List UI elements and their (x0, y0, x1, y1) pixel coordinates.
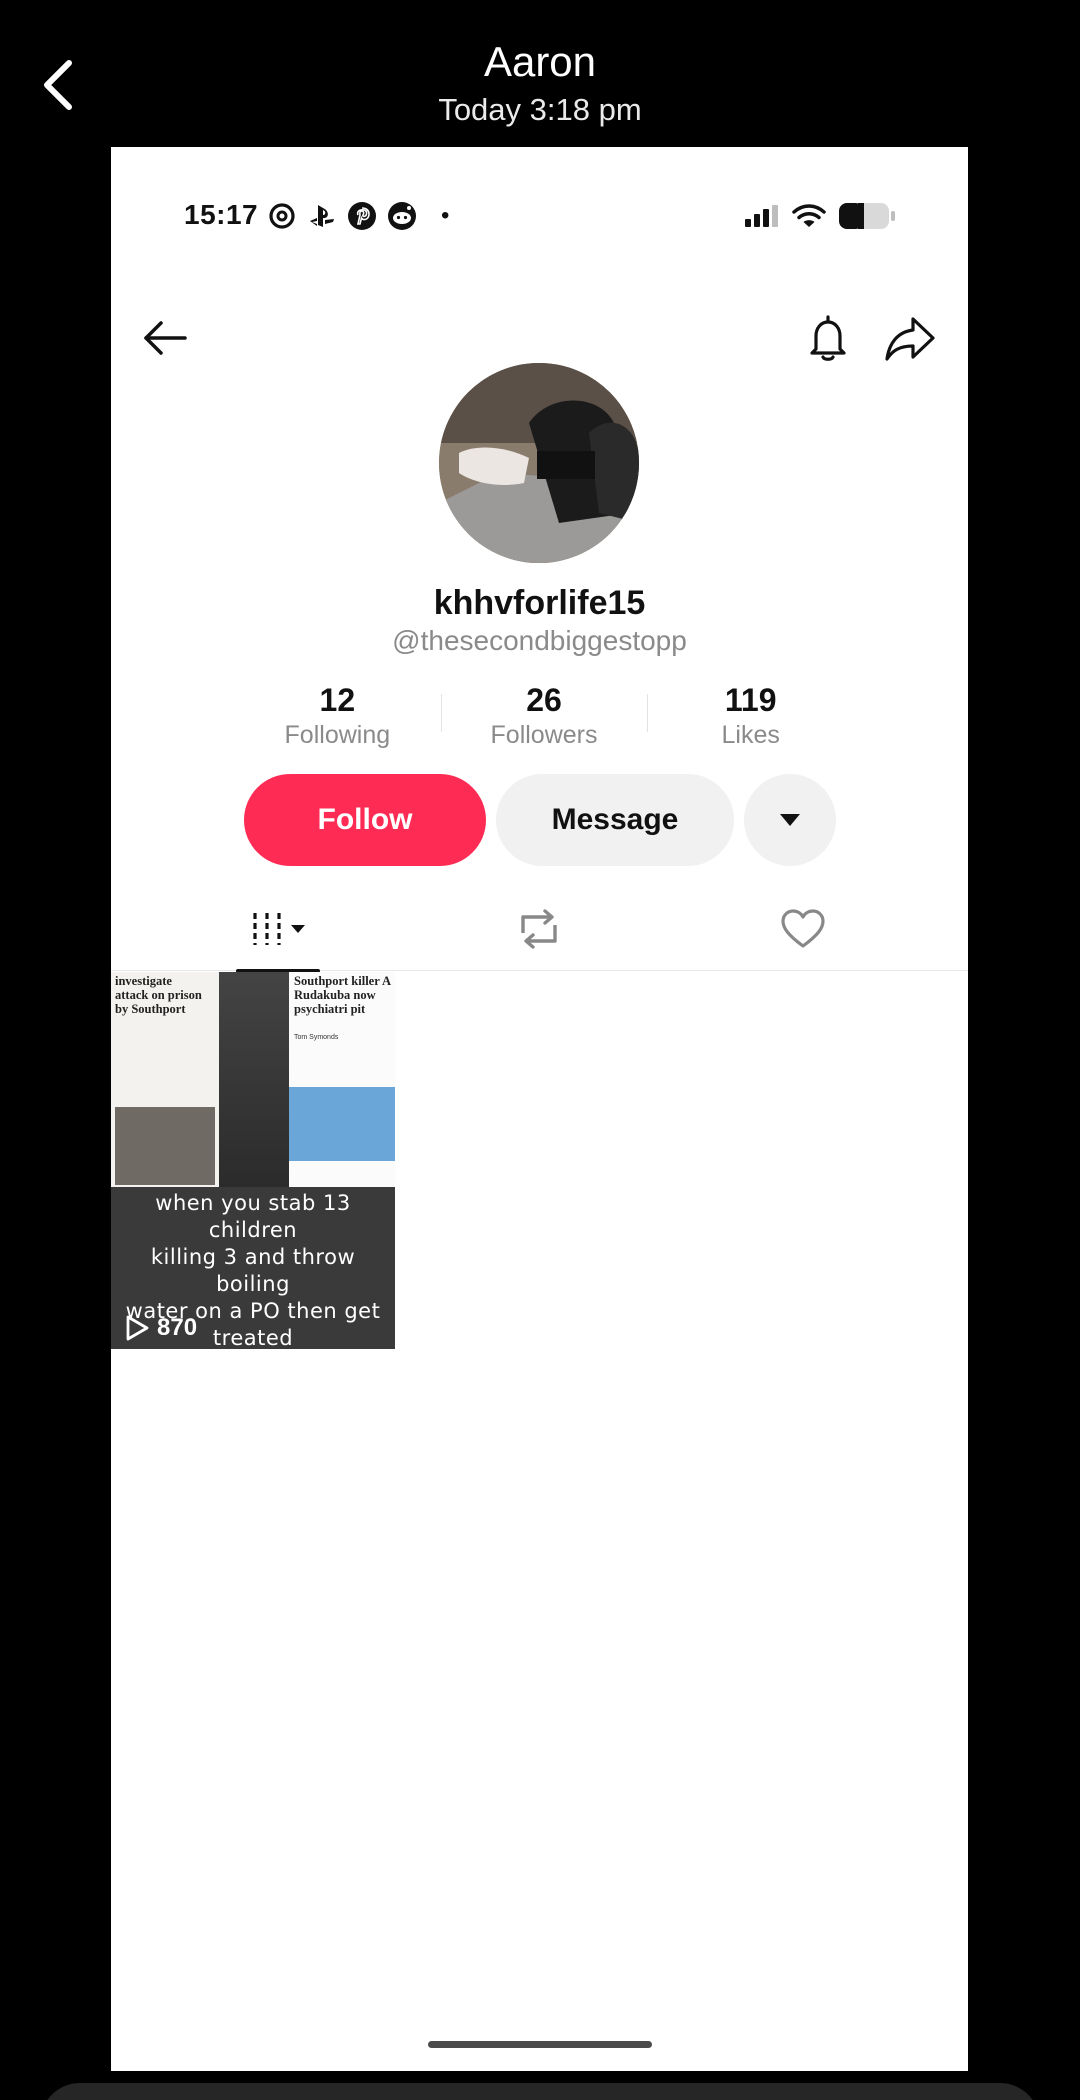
viewer-bottom-bar (40, 2083, 1040, 2100)
profile-display-name: khhvforlife15 (433, 584, 646, 622)
play-icon (126, 1315, 149, 1341)
profile-stats: 12 Following 26 Followers 119 Likes (234, 682, 854, 749)
news-clipping-left: investigate attack on prison by Southpor… (111, 972, 219, 1187)
home-indicator (428, 2041, 652, 2048)
message-button[interactable]: Message (496, 774, 734, 866)
video-face-image (219, 972, 289, 1187)
back-button[interactable] (139, 312, 191, 364)
stat-likes[interactable]: 119 Likes (647, 682, 854, 749)
stat-label: Followers (490, 721, 598, 749)
heart-outline-icon (781, 909, 825, 948)
threads-icon (267, 201, 297, 231)
status-bar: 15:17 • (111, 147, 968, 287)
viewer-timestamp: Today 3:18 pm (438, 92, 642, 127)
stat-followers[interactable]: 26 Followers (440, 682, 648, 749)
bell-icon (810, 315, 846, 361)
video-thumbnail[interactable]: investigate attack on prison by Southpor… (111, 972, 395, 1349)
tab-liked[interactable] (758, 887, 848, 971)
stat-value: 119 (724, 682, 777, 718)
viewer-header: Aaron Today 3:18 pm (0, 0, 1080, 146)
pinterest-icon (347, 201, 377, 231)
profile-screenshot: 15:17 • khhvforlife15 @thesecondbiggesto… (111, 147, 968, 2071)
news-author: Tom Symonds (294, 1034, 339, 1041)
status-dot: • (441, 202, 450, 229)
notifications-button[interactable] (802, 312, 854, 364)
cellular-signal-icon (745, 205, 778, 227)
news-headline-left: investigate attack on prison by Southpor… (115, 974, 202, 1016)
stat-following[interactable]: 12 Following (234, 682, 441, 749)
avatar-photo (439, 363, 639, 563)
more-options-button[interactable] (744, 774, 836, 866)
stat-label: Likes (721, 721, 780, 749)
view-count-text: 870 (157, 1314, 198, 1341)
news-photo-left (115, 1107, 215, 1185)
stat-value: 12 (319, 682, 356, 718)
follow-button[interactable]: Follow (244, 774, 486, 866)
reddit-icon (387, 201, 417, 231)
stat-label: Following (284, 721, 391, 749)
profile-handle: @thesecondbiggestopp (392, 625, 687, 656)
news-photo-right (289, 1087, 395, 1161)
news-clipping-right: Southport killer A Rudakuba now psychiat… (289, 972, 395, 1187)
share-arrow-icon (885, 317, 935, 361)
viewer-title: Aaron (483, 38, 597, 85)
playstation-icon (307, 201, 337, 231)
status-time: 15:17 (184, 199, 259, 230)
arrow-left-icon (144, 321, 187, 355)
tab-reposts[interactable] (494, 887, 584, 971)
avatar[interactable] (439, 363, 639, 563)
status-indicators (744, 202, 896, 230)
status-app-icons: • (267, 201, 449, 231)
video-view-count: 870 (125, 1314, 197, 1342)
stat-value: 26 (526, 682, 562, 718)
share-button[interactable] (882, 312, 938, 364)
news-headline-right: Southport killer A Rudakuba now psychiat… (294, 974, 392, 1016)
tab-videos[interactable] (236, 887, 326, 973)
videos-grid-icon (253, 913, 305, 945)
wifi-icon (792, 204, 826, 227)
battery-icon (839, 203, 895, 229)
repost-icon (521, 909, 557, 949)
caret-down-icon (780, 814, 800, 826)
profile-tabs (111, 887, 968, 973)
